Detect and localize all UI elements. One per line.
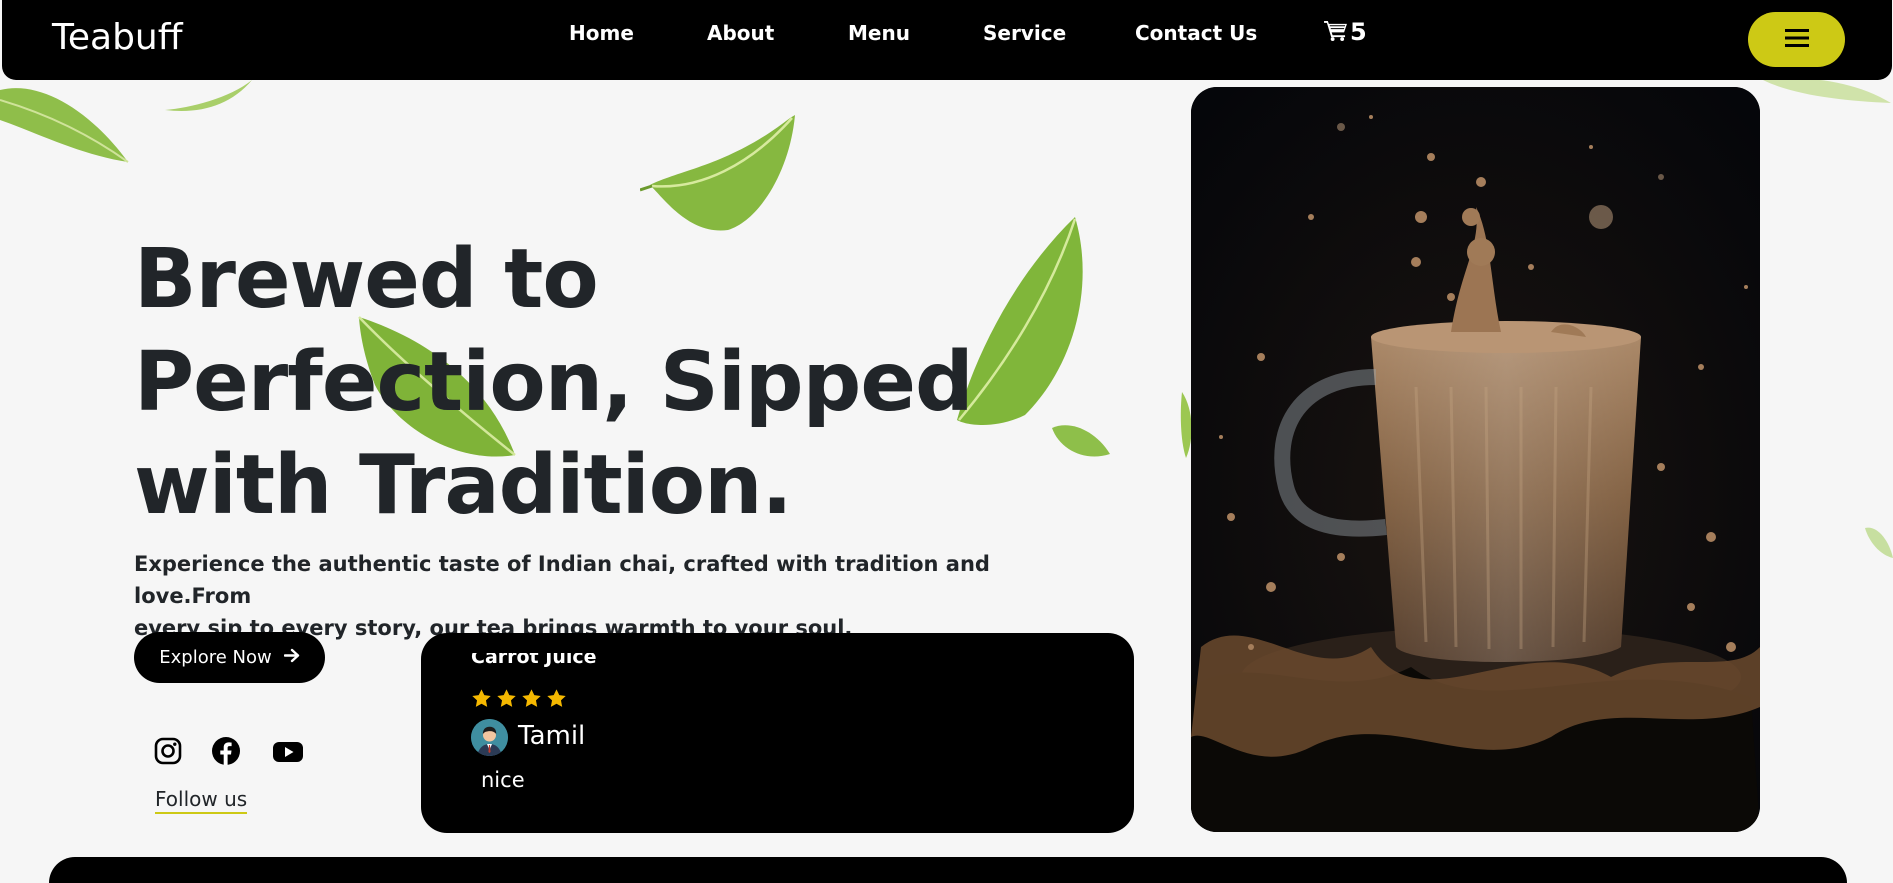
review-text: nice: [481, 768, 525, 792]
facebook-icon[interactable]: [211, 736, 241, 770]
reviewer-avatar: [471, 719, 508, 756]
navbar: Teabuff Home About Menu Service Contact …: [2, 0, 1892, 80]
review-card: Carrot Juice Tamil nice: [421, 633, 1134, 833]
cart-icon: [1324, 20, 1347, 45]
star-icon: [497, 689, 516, 707]
nav-link-contact-us[interactable]: Contact Us: [1135, 21, 1257, 45]
star-icon: [547, 689, 566, 707]
nav-link-about[interactable]: About: [707, 21, 774, 45]
explore-now-label: Explore Now: [159, 647, 272, 668]
hero-subtitle-line: Experience the authentic taste of Indian…: [134, 552, 990, 608]
star-icon: [522, 689, 541, 707]
instagram-icon[interactable]: [153, 736, 183, 770]
hero-title-line: Brewed to: [134, 232, 599, 327]
brand-logo[interactable]: Teabuff: [52, 17, 183, 58]
tea-leaf-decoration: [640, 115, 795, 231]
nav-link-home[interactable]: Home: [569, 21, 634, 45]
hero-title-line: Perfection, Sipped: [134, 335, 974, 430]
hero-subtitle: Experience the authentic taste of Indian…: [134, 548, 1074, 644]
youtube-icon[interactable]: [272, 736, 304, 770]
explore-now-button[interactable]: Explore Now: [134, 632, 325, 683]
tea-leaf-decoration: [1052, 425, 1110, 457]
tea-leaf-decoration: [0, 88, 129, 163]
star-icon: [472, 689, 491, 707]
menu-button[interactable]: [1748, 12, 1845, 67]
nav-link-service[interactable]: Service: [983, 21, 1066, 45]
tea-leaf-decoration: [165, 80, 252, 111]
tea-leaf-decoration: [1865, 527, 1893, 558]
hero-title: Brewed to Perfection, Sipped with Tradit…: [134, 228, 1034, 537]
review-product-name: Carrot Juice: [471, 646, 597, 668]
arrow-right-icon: [283, 647, 300, 668]
star-rating: [471, 688, 567, 709]
cart-button[interactable]: 5: [1324, 18, 1367, 46]
hero-title-line: with Tradition.: [134, 438, 793, 533]
cart-count-badge: 5: [1350, 18, 1367, 46]
follow-us-link[interactable]: Follow us: [155, 787, 248, 814]
reviewer-name: Tamil: [518, 721, 586, 751]
bottom-section-bar: [49, 857, 1847, 883]
nav-link-menu[interactable]: Menu: [848, 21, 910, 45]
chai-splash-image: [1191, 87, 1760, 832]
hamburger-icon: [1784, 28, 1809, 51]
